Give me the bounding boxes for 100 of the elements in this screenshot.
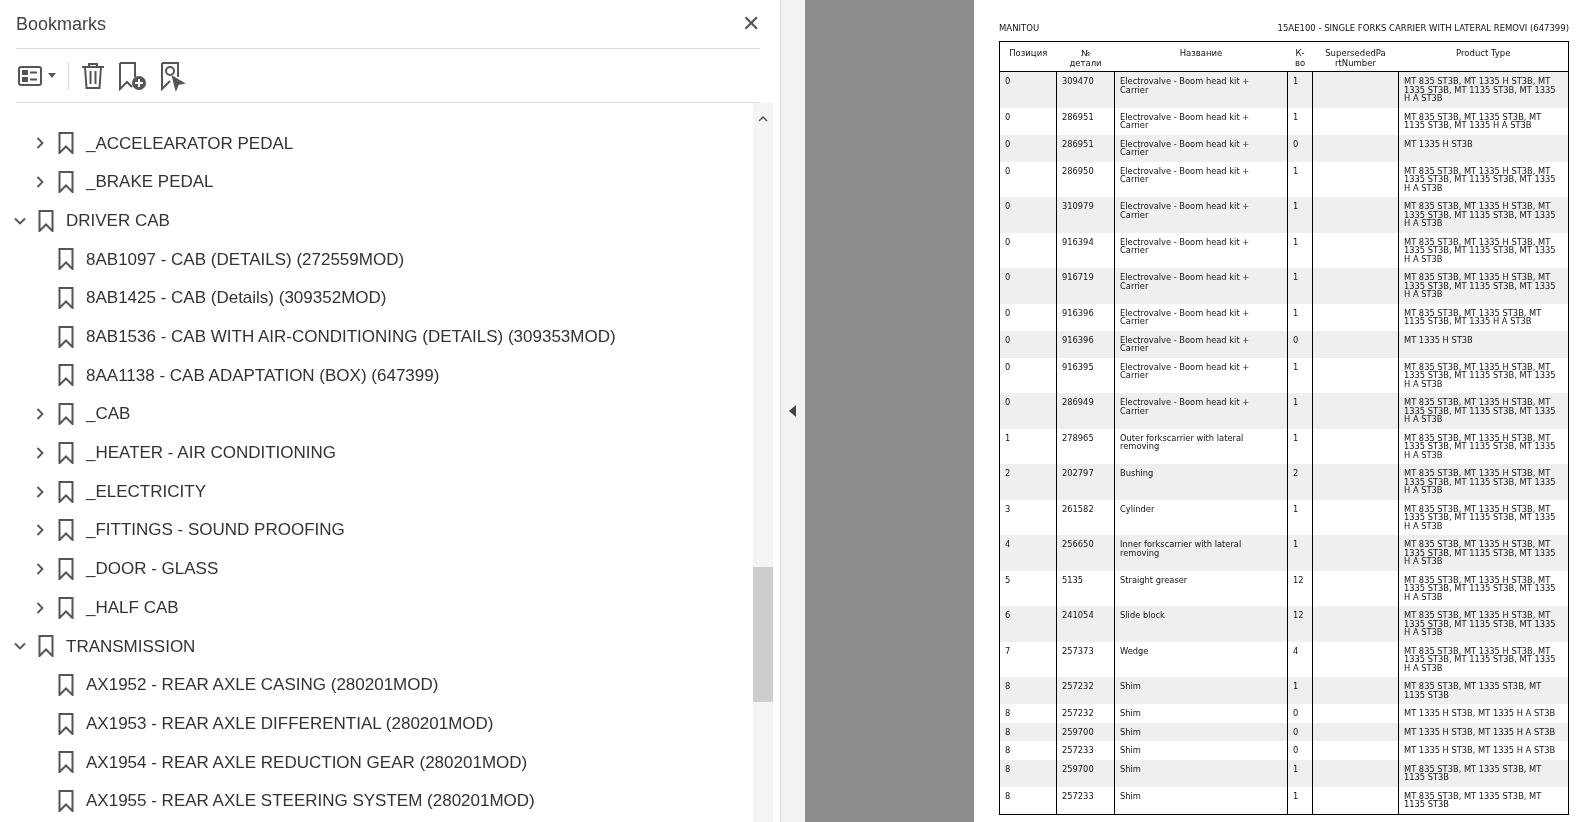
scrollbar[interactable]: [753, 103, 774, 822]
bookmark-item[interactable]: _ELECTRICITY: [86, 478, 206, 505]
chevron-right-icon[interactable]: [34, 562, 46, 575]
scrollbar-thumb[interactable]: [753, 567, 774, 702]
table-cell: MT 1335 H ST3B: [1404, 139, 1473, 148]
table-cell-text: Outer forkscarrier with lateral removing: [1120, 433, 1245, 451]
table-cell-text: MT 835 ST3B, MT 1335 H ST3B, MT 1335 ST3B, MT 1135 ST3B, MT 1335 H A ST3B: [1404, 202, 1557, 228]
table-cell: 5: [1005, 575, 1011, 584]
chevron-right-icon[interactable]: [34, 408, 46, 421]
chevron-right-icon[interactable]: [34, 485, 46, 498]
page-header: MANITOU: [999, 22, 1040, 35]
table-cell-text: MT 835 ST3B, MT 1335 H ST3B, MT 1335 ST3B, MT 1135 ST3B, MT 1335 H A ST3B: [1404, 611, 1557, 637]
table-cell-text: MT 835 ST3B, MT 1335 H ST3B, MT 1335 ST3B, MT 1135 ST3B, MT 1335 H A ST3B: [1404, 469, 1557, 495]
table-cell-text: Electrovalve - Boom head kit + Carrier: [1120, 398, 1251, 415]
table-cell: 8: [1005, 682, 1011, 691]
table-cell-text: MT 835 ST3B, MT 1335 H ST3B, MT 1335 ST3B, MT 1135 ST3B, MT 1335 H A ST3B: [1404, 433, 1557, 459]
trash-icon[interactable]: [81, 61, 105, 90]
table-cell: 2: [1293, 469, 1299, 478]
column-header: Product Type: [1456, 48, 1511, 58]
bookmark-icon: [58, 790, 74, 813]
table-cell: 1: [1293, 398, 1299, 407]
bookmark-icon: [58, 596, 74, 619]
add-bookmark-icon[interactable]: [117, 60, 147, 91]
table-cell: 257233: [1062, 791, 1094, 800]
table-cell-text: MT 835 ST3B, MT 1335 H ST3B, MT 1335 ST3B, MT 1135 ST3B, MT 1335 H A ST3B: [1404, 575, 1557, 601]
bookmark-item[interactable]: AX1955 - REAR AXLE STEERING SYSTEM (280201MOD): [86, 788, 535, 814]
table-cell: Cylinder: [1120, 504, 1155, 513]
table-cell: Shim: [1120, 682, 1141, 691]
table-cell: 0: [1005, 237, 1011, 246]
bookmark-item[interactable]: _ACCELEARATOR PEDAL: [86, 130, 294, 157]
bookmark-item[interactable]: AX1954 - REAR AXLE REDUCTION GEAR (280201MOD): [86, 749, 528, 776]
column-header: SupersededPa rtNumber: [1324, 48, 1387, 68]
table-cell-text: Electrovalve - Boom head kit + Carrier: [1120, 166, 1251, 184]
bookmark-item[interactable]: _CAB: [86, 401, 131, 427]
table-cell: 256650: [1062, 540, 1094, 549]
table-cell-text: MT 835 ST3B, MT 1335 ST3B, MT 1135 ST3B: [1404, 682, 1543, 699]
table-cell: 4: [1293, 646, 1299, 655]
bookmark-item[interactable]: 8AB1425 - CAB (Details) (309352MOD): [86, 285, 387, 311]
table-cell: 6: [1005, 611, 1011, 620]
table-cell: 261582: [1062, 504, 1094, 513]
bookmark-item[interactable]: 8AB1097 - CAB (DETAILS) (272559MOD): [86, 246, 405, 273]
table-cell: 0: [1005, 139, 1011, 148]
table-cell-text: MT 835 ST3B, MT 1335 ST3B, MT 1135 ST3B: [1404, 791, 1543, 809]
bookmark-item[interactable]: 8AA1138 - CAB ADAPTATION (BOX) (647399): [86, 362, 440, 389]
table-cell-text: Electrovalve - Boom head kit + Carrier: [1120, 335, 1251, 353]
table-cell: 1: [1293, 362, 1299, 371]
table-cell-text: Electrovalve - Boom head kit + Carrier: [1120, 273, 1251, 290]
table-cell-text: MT 835 ST3B, MT 1335 H ST3B, MT 1335 ST3B, MT 1135 ST3B, MT 1335 H A ST3B: [1404, 237, 1557, 263]
table-cell-text: MT 835 ST3B, MT 1335 ST3B, MT 1135 ST3B, MT 1335 H A ST3B: [1404, 112, 1543, 130]
chevron-right-icon[interactable]: [34, 176, 46, 189]
chevron-right-icon[interactable]: [34, 137, 46, 150]
caret-icon[interactable]: [48, 73, 56, 78]
table-cell: 8: [1005, 764, 1011, 773]
bookmark-item[interactable]: AX1953 - REAR AXLE DIFFERENTIAL (280201MOD): [86, 710, 494, 737]
table-cell: 0: [1293, 335, 1299, 344]
table-cell-text: MT 835 ST3B, MT 1335 ST3B, MT 1135 ST3B: [1404, 764, 1543, 782]
collapse-panel-icon[interactable]: [789, 405, 798, 417]
bookmark-icon: [38, 635, 54, 658]
bookmark-item[interactable]: DRIVER CAB: [66, 207, 170, 234]
bookmark-item[interactable]: 8AB1536 - CAB WITH AIR-CONDITIONING (DETAILS) (309353MOD): [86, 324, 616, 350]
bookmark-icon: [38, 209, 54, 232]
bookmark-icon: [58, 287, 74, 310]
options-menu-button[interactable]: [18, 65, 56, 86]
table-cell: 1: [1293, 308, 1299, 317]
table-cell: 916396: [1062, 308, 1094, 317]
table-cell: Shim: [1120, 709, 1141, 718]
bookmark-item[interactable]: AX1952 - REAR AXLE CASING (280201MOD): [86, 672, 439, 698]
bookmark-icon: [58, 557, 74, 580]
bookmark-item[interactable]: _DOOR - GLASS: [86, 556, 219, 582]
table-cell: 0: [1005, 112, 1011, 121]
table-cell: 3: [1005, 504, 1011, 513]
table-cell: 1: [1293, 273, 1299, 282]
close-button[interactable]: ✕: [742, 13, 761, 35]
table-cell: Slide block: [1120, 611, 1165, 620]
table-cell: 0: [1005, 308, 1011, 317]
table-cell: 1: [1293, 764, 1299, 773]
table-cell: 310979: [1062, 202, 1094, 211]
table-cell-text: MT 835 ST3B, MT 1335 H ST3B, MT 1335 ST3B, MT 1135 ST3B, MT 1335 H A ST3B: [1404, 273, 1557, 299]
scroll-up-icon[interactable]: [758, 116, 769, 122]
bookmark-item[interactable]: _HALF CAB: [86, 594, 179, 621]
bookmark-item[interactable]: TRANSMISSION: [66, 633, 196, 660]
bookmark-target-icon[interactable]: [159, 60, 187, 91]
table-cell: 1: [1293, 504, 1299, 513]
table-cell: 241054: [1062, 611, 1094, 620]
bookmark-item[interactable]: _BRAKE PEDAL: [86, 169, 214, 195]
chevron-right-icon[interactable]: [34, 601, 46, 614]
page-header: 15AE100 - SINGLE FORKS CARRIER WITH LATERAL REMOVI (647399): [1277, 22, 1569, 35]
table-cell: 916394: [1062, 237, 1094, 246]
table-cell: 259700: [1062, 727, 1094, 736]
table-cell: 0: [1293, 139, 1299, 148]
bookmark-item[interactable]: _HEATER - AIR CONDITIONING: [86, 440, 336, 466]
table-cell: 0: [1005, 335, 1011, 344]
table-cell: 2: [1005, 469, 1011, 478]
table-cell: 0: [1005, 166, 1011, 175]
table-cell-text: Electrovalve - Boom head kit + Carrier: [1120, 202, 1251, 219]
chevron-right-icon[interactable]: [34, 524, 46, 537]
bookmark-icon: [58, 171, 74, 194]
bookmark-item[interactable]: _FITTINGS - SOUND PROOFING: [86, 517, 345, 543]
table-cell: MT 1335 H ST3B, MT 1335 H A ST3B: [1404, 727, 1556, 736]
chevron-right-icon[interactable]: [34, 446, 46, 459]
